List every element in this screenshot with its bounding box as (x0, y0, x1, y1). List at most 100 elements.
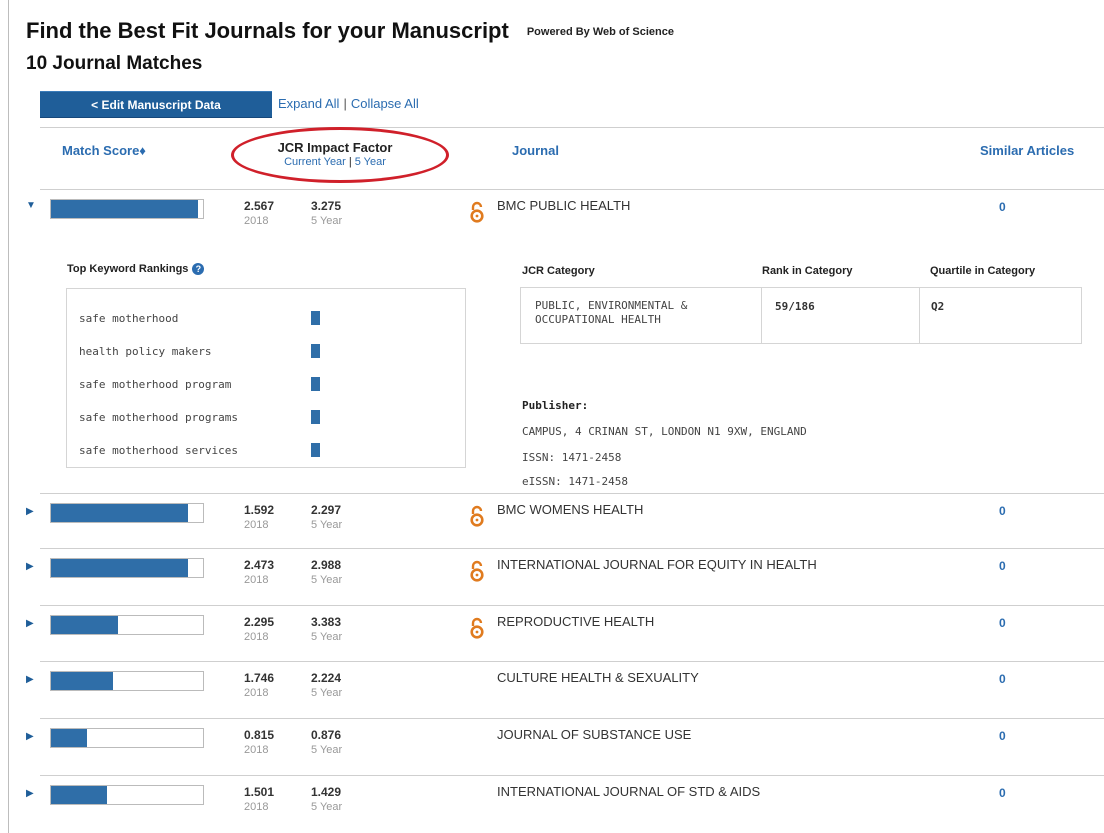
journal-name[interactable]: CULTURE HEALTH & SEXUALITY (497, 670, 699, 685)
row-divider (40, 718, 1104, 719)
keyword-text: safe motherhood program (79, 378, 232, 391)
keyword-rank-bar (311, 377, 320, 391)
publisher-label: Publisher: (522, 399, 589, 412)
keyword-row: safe motherhood services (79, 443, 459, 459)
journal-details-panel: Top Keyword Rankings? safe motherhood hea… (40, 253, 1104, 493)
journal-name[interactable]: REPRODUCTIVE HEALTH (497, 614, 654, 629)
match-score-bar (50, 728, 204, 748)
expand-arrow-icon[interactable]: ▶ (26, 788, 34, 799)
match-score-bar (50, 199, 204, 219)
journal-row[interactable]: ▶ 1.592 2.297 2018 5 Year BMC WOMENS HEALTH 0 (25, 493, 1104, 549)
similar-articles-count[interactable]: 0 (999, 786, 1006, 800)
match-score-fill (51, 504, 188, 522)
journal-match-count: 10 Journal Matches (26, 53, 203, 74)
expand-arrow-icon[interactable]: ▶ (26, 731, 34, 742)
five-year-label: 5 Year (311, 574, 343, 586)
journal-name[interactable]: INTERNATIONAL JOURNAL FOR EQUITY IN HEAL… (497, 557, 817, 572)
rank-in-category-value: 59/186 (775, 300, 815, 313)
journal-name[interactable]: BMC PUBLIC HEALTH (497, 198, 630, 213)
journal-row[interactable]: ▶ 2.295 3.383 2018 5 Year REPRODUCTIVE HEALTH… (25, 605, 1104, 661)
page-title: Find the Best Fit Journals for your Manu… (26, 18, 674, 43)
keyword-rankings-box: safe motherhood health policy makers safe … (66, 288, 466, 468)
impact-factor-year: 2018 (244, 687, 269, 699)
impact-factor-five-year: 0.876 (311, 728, 342, 742)
similar-articles-count[interactable]: 0 (999, 616, 1006, 630)
impact-factor-five-year: 1.429 (311, 785, 342, 799)
keyword-text: safe motherhood programs (79, 411, 238, 424)
journal-row[interactable]: ▶ 0.815 0.876 2018 5 Year JOURNAL OF SUBSTANC… (25, 718, 1104, 774)
keyword-text: health policy makers (79, 345, 212, 358)
journal-name[interactable]: JOURNAL OF SUBSTANCE USE (497, 727, 691, 742)
journal-row[interactable]: ▶ 1.746 2.224 2018 5 Year CULTURE HEALTH & SE… (25, 661, 1104, 717)
keyword-row: safe motherhood (79, 311, 459, 327)
five-year-label: 5 Year (311, 744, 343, 756)
similar-articles-count[interactable]: 0 (999, 200, 1006, 214)
journal-column-header[interactable]: Journal (512, 143, 559, 158)
expand-arrow-icon[interactable]: ▶ (26, 618, 34, 629)
match-score-fill (51, 200, 199, 218)
page-left-border (8, 0, 9, 833)
impact-factor-year: 2018 (244, 215, 269, 227)
match-score-bar (50, 558, 204, 578)
open-access-icon (470, 617, 484, 639)
similar-articles-count[interactable]: 0 (999, 504, 1006, 518)
five-year-label: 5 Year (311, 631, 343, 643)
journal-row[interactable]: ▶ 1.501 1.429 2018 5 Year INTERNATIONAL JOURN… (25, 775, 1104, 831)
row-divider (40, 605, 1104, 606)
expand-arrow-icon[interactable]: ▶ (26, 674, 34, 685)
similar-articles-count[interactable]: 0 (999, 729, 1006, 743)
similar-articles-column-header[interactable]: Similar Articles (980, 143, 1074, 158)
row-divider (40, 548, 1104, 549)
link-separator: | (343, 96, 347, 111)
open-access-icon (470, 505, 484, 527)
impact-factor-five-year: 2.988 (311, 558, 342, 572)
similar-articles-count[interactable]: 0 (999, 672, 1006, 686)
expand-arrow-icon[interactable]: ▶ (26, 506, 34, 517)
match-score-column-header[interactable]: Match Score♦ (62, 143, 146, 158)
jcr-category-name: PUBLIC, ENVIRONMENTAL & OCCUPATIONAL HEA… (535, 299, 688, 326)
rank-in-category-header: Rank in Category (762, 265, 853, 277)
table-divider (919, 288, 920, 343)
five-year-label: 5 Year (311, 215, 343, 227)
journal-name[interactable]: BMC WOMENS HEALTH (497, 502, 643, 517)
keyword-row: safe motherhood programs (79, 410, 459, 426)
jcr-category-table: PUBLIC, ENVIRONMENTAL & OCCUPATIONAL HEA… (520, 287, 1082, 344)
match-score-bar (50, 503, 204, 523)
powered-by-label: Powered By Web of Science (526, 26, 674, 39)
match-score-fill (51, 729, 88, 747)
five-year-label: 5 Year (311, 687, 343, 699)
keyword-rank-bar (311, 443, 320, 457)
quartile-value: Q2 (931, 300, 945, 313)
help-icon[interactable]: ? (192, 263, 205, 276)
keyword-rank-bar (311, 344, 320, 358)
expand-arrow-icon[interactable]: ▶ (26, 561, 34, 572)
match-score-fill (51, 672, 114, 690)
similar-articles-count[interactable]: 0 (999, 559, 1006, 573)
impact-factor-five-year: 3.275 (311, 199, 342, 213)
impact-factor-current: 1.501 (244, 785, 275, 799)
expand-all-link[interactable]: Expand All (278, 96, 339, 111)
impact-factor-five-year: 2.224 (311, 671, 342, 685)
collapse-all-link[interactable]: Collapse All (351, 96, 419, 111)
impact-factor-year: 2018 (244, 519, 269, 531)
impact-factor-year: 2018 (244, 631, 269, 643)
collapse-arrow-icon[interactable]: ▼ (26, 200, 36, 211)
impact-factor-year: 2018 (244, 744, 269, 756)
impact-factor-current: 0.815 (244, 728, 275, 742)
journal-row[interactable]: ▶ 2.473 2.988 2018 5 Year INTERNATIONAL JOURN… (25, 548, 1104, 604)
impact-factor-current: 2.295 (244, 615, 275, 629)
edit-manuscript-button[interactable]: < Edit Manuscript Data (40, 91, 272, 118)
jcr-category-header: JCR Category (522, 265, 595, 277)
impact-factor-current: 1.592 (244, 503, 275, 517)
journal-name[interactable]: INTERNATIONAL JOURNAL OF STD & AIDS (497, 784, 760, 799)
match-score-bar (50, 671, 204, 691)
impact-factor-current: 1.746 (244, 671, 275, 685)
eissn-value: eISSN: 1471-2458 (522, 475, 628, 488)
issn-value: ISSN: 1471-2458 (522, 451, 622, 464)
publisher-address: CAMPUS, 4 CRINAN ST, LONDON N1 9XW, ENGL… (522, 425, 807, 438)
top-keyword-rankings-title: Top Keyword Rankings? (67, 263, 205, 276)
match-score-bar (50, 615, 204, 635)
journal-row[interactable]: ▼ 2.567 3.275 2018 5 Year BMC PUBLIC HEALTH 0 (25, 189, 1104, 245)
match-score-fill (51, 786, 108, 804)
keyword-text: safe motherhood services (79, 444, 238, 457)
